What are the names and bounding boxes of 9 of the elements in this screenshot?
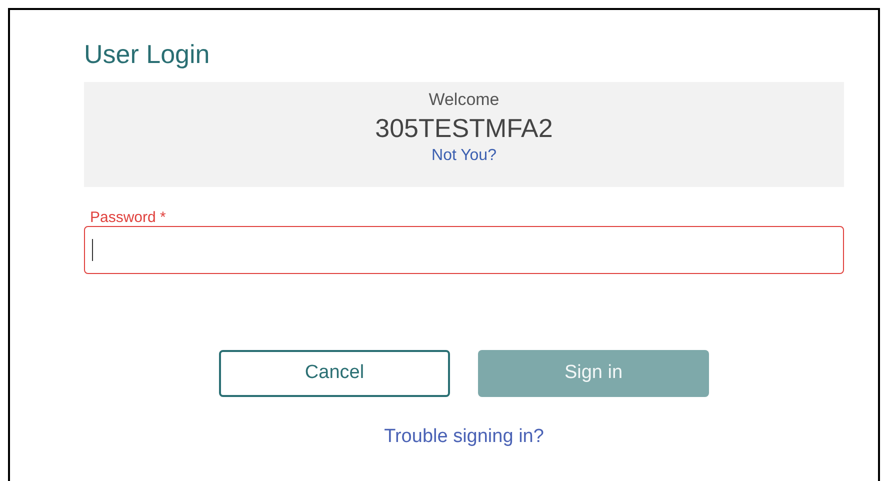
welcome-text: Welcome bbox=[428, 90, 500, 110]
text-cursor bbox=[92, 239, 93, 261]
username: 305TESTMFA2 bbox=[375, 112, 553, 144]
not-you-link[interactable]: Not You? bbox=[432, 146, 496, 166]
password-field[interactable] bbox=[84, 226, 844, 274]
page-title: User Login bbox=[84, 38, 210, 70]
cancel-button[interactable]: Cancel bbox=[219, 350, 450, 397]
password-label: Password * bbox=[90, 210, 166, 226]
trouble-signing-in-link[interactable]: Trouble signing in? bbox=[384, 426, 544, 448]
